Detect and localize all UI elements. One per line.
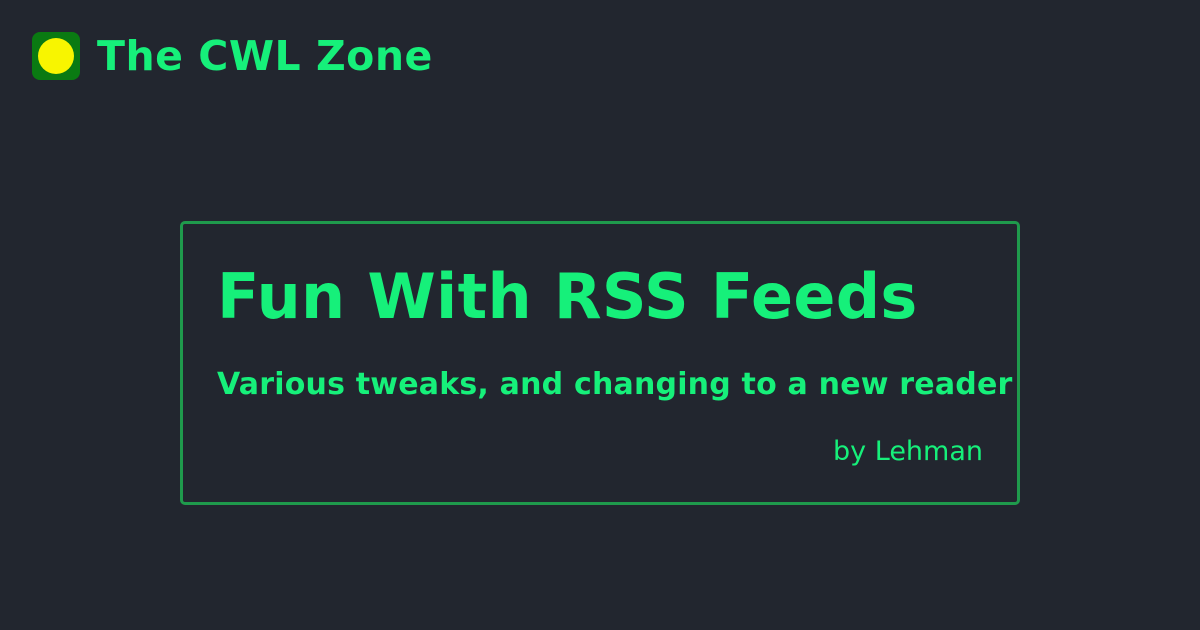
site-header: The CWL Zone (32, 32, 433, 80)
article-byline: by Lehman (833, 436, 983, 467)
yellow-dot-icon (38, 38, 74, 74)
article-subtitle: Various tweaks, and changing to a new re… (217, 367, 1013, 402)
article-title: Fun With RSS Feeds (217, 260, 918, 333)
site-title: The CWL Zone (97, 32, 433, 80)
article-card: Fun With RSS Feeds Various tweaks, and c… (180, 221, 1020, 505)
site-logo (32, 32, 80, 80)
